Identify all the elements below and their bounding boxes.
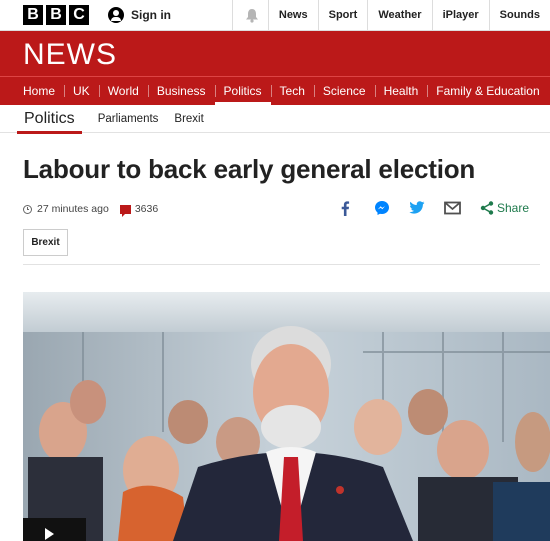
video-play-button[interactable] <box>23 518 86 541</box>
main-nav: Home UK World Business Politics Tech Sci… <box>0 76 550 105</box>
article-hero-image[interactable] <box>23 292 550 541</box>
section-sub-nav: Politics Parliaments Brexit <box>0 105 550 134</box>
messenger-share-button[interactable] <box>373 199 391 217</box>
share-label[interactable]: Share <box>497 201 529 215</box>
facebook-share-button[interactable] <box>336 199 354 217</box>
sign-in-label: Sign in <box>131 8 171 22</box>
bell-icon <box>245 8 258 23</box>
article-headline: Labour to back early general election <box>23 154 476 184</box>
news-wordmark[interactable]: NEWS <box>23 38 117 72</box>
clock-icon <box>23 204 32 214</box>
topic-tag[interactable]: Brexit <box>23 229 68 256</box>
hero-photo <box>23 292 550 541</box>
bbc-logo[interactable]: B B C <box>23 5 89 25</box>
article-timestamp: 27 minutes ago <box>37 203 109 215</box>
email-icon <box>443 201 461 215</box>
main-nav-uk[interactable]: UK <box>64 77 99 105</box>
twitter-share-button[interactable] <box>408 199 426 217</box>
main-nav-business[interactable]: Business <box>147 77 215 105</box>
divider <box>23 264 540 265</box>
comment-count[interactable]: 3636 <box>135 203 158 215</box>
top-nav: News Sport Weather iPlayer Sounds <box>267 0 550 30</box>
section-title[interactable]: Politics <box>17 105 82 134</box>
user-icon <box>108 7 124 23</box>
top-nav-sport[interactable]: Sport <box>317 0 368 30</box>
email-share-button[interactable] <box>443 199 461 217</box>
main-nav-politics[interactable]: Politics <box>214 77 271 105</box>
top-nav-weather[interactable]: Weather <box>367 0 431 30</box>
top-nav-news[interactable]: News <box>267 0 318 30</box>
top-bar: B B C Sign in News Sport Weather iPlayer… <box>0 0 550 31</box>
main-nav-family-education[interactable]: Family & Education <box>427 77 548 105</box>
main-nav-health[interactable]: Health <box>374 77 428 105</box>
notifications-button[interactable] <box>232 0 270 30</box>
main-nav-world[interactable]: World <box>98 77 148 105</box>
main-nav-science[interactable]: Science <box>313 77 375 105</box>
bbc-logo-letter: B <box>46 5 66 25</box>
main-nav-home[interactable]: Home <box>14 77 64 105</box>
play-icon <box>45 528 54 540</box>
sign-in-button[interactable]: Sign in <box>108 5 171 25</box>
share-button[interactable] <box>478 199 496 217</box>
bbc-logo-letter: C <box>69 5 89 25</box>
bbc-logo-letter: B <box>23 5 43 25</box>
messenger-icon <box>375 201 389 215</box>
top-nav-iplayer[interactable]: iPlayer <box>431 0 489 30</box>
sub-nav-parliaments[interactable]: Parliaments <box>98 113 159 125</box>
news-banner: NEWS <box>0 31 550 76</box>
share-icon <box>480 201 494 215</box>
top-nav-sounds[interactable]: Sounds <box>488 0 550 30</box>
main-nav-tech[interactable]: Tech <box>270 77 314 105</box>
sub-nav-brexit[interactable]: Brexit <box>174 113 203 125</box>
facebook-icon <box>341 200 350 216</box>
twitter-icon <box>409 201 425 214</box>
article-meta: 27 minutes ago 3636 <box>23 202 158 217</box>
comment-icon[interactable] <box>119 204 131 217</box>
